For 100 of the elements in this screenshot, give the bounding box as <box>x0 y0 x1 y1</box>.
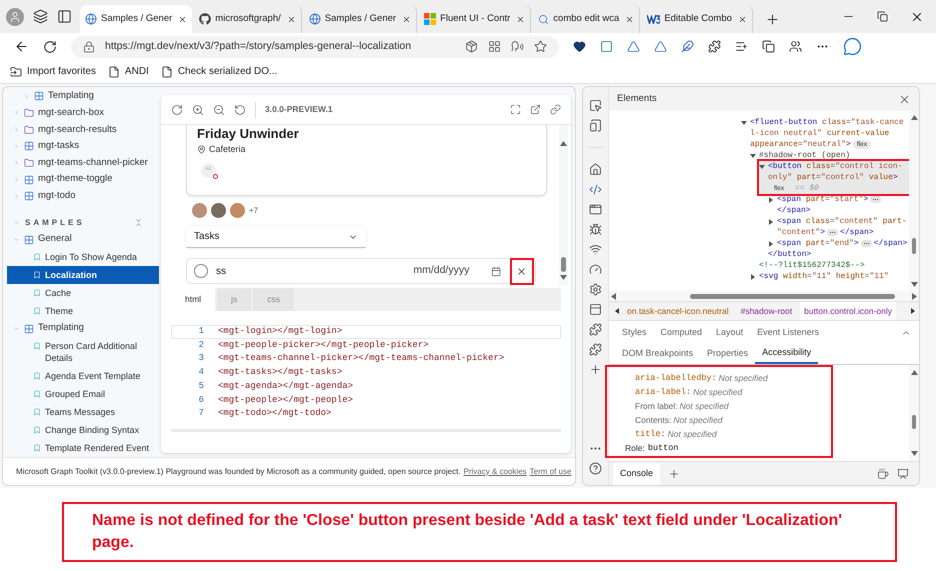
close-icon[interactable] <box>625 14 634 24</box>
grid-icon[interactable] <box>488 40 501 53</box>
scrollbar-thumb[interactable] <box>912 415 916 429</box>
close-icon[interactable] <box>178 14 188 24</box>
star-icon[interactable] <box>534 40 547 53</box>
external-link-icon[interactable] <box>530 104 541 115</box>
chat-bubble-icon[interactable] <box>843 37 862 56</box>
story-item[interactable]: Theme <box>7 302 159 320</box>
collapsed-triangle-icon[interactable] <box>768 219 774 225</box>
collections-icon[interactable] <box>762 40 775 53</box>
new-tab-icon[interactable] <box>764 12 780 26</box>
scroll-down-icon[interactable] <box>910 282 918 287</box>
address-bar[interactable]: https://mgt.dev/next/v3/?path=/story/samples-general--localization <box>71 36 559 58</box>
screen-icon[interactable] <box>897 468 909 480</box>
window-icon[interactable] <box>589 303 602 316</box>
story-item[interactable]: Person Card Additional Details <box>7 337 159 368</box>
task-name-field[interactable]: ss <box>216 264 356 278</box>
favorites-icon[interactable] <box>735 40 748 53</box>
link-icon[interactable] <box>550 104 561 115</box>
footer-link[interactable]: Term of use <box>530 466 572 478</box>
help-icon[interactable] <box>589 462 602 475</box>
sidebar-item[interactable]: Templating <box>3 88 159 105</box>
scrollbar-thumb[interactable] <box>561 257 566 272</box>
sidebar-group[interactable]: Templating <box>3 320 159 338</box>
inspect-icon[interactable] <box>589 99 602 112</box>
favorite-link[interactable]: Import favorites <box>10 64 96 79</box>
drawer-tab[interactable]: Console <box>613 462 660 484</box>
scroll-up-icon[interactable] <box>910 115 918 120</box>
triangle-icon[interactable] <box>627 40 640 53</box>
favorite-link[interactable]: Check serialized DO... <box>160 64 278 79</box>
refresh-icon[interactable] <box>43 40 57 54</box>
scroll-down-icon[interactable] <box>560 275 567 280</box>
story-item[interactable]: Teams Messages <box>7 403 159 422</box>
collapsed-content-button[interactable] <box>860 240 872 247</box>
favorite-link[interactable]: ANDI <box>108 64 149 79</box>
code-tab[interactable]: html <box>171 288 216 311</box>
expanded-triangle-icon[interactable] <box>759 164 765 170</box>
calendar-icon[interactable] <box>491 266 502 276</box>
device-icon[interactable] <box>589 119 602 132</box>
scroll-right-icon[interactable] <box>911 308 915 314</box>
story-item[interactable]: Template Rendered Event <box>7 439 159 458</box>
collapsed-triangle-icon[interactable] <box>750 274 756 280</box>
cup-icon[interactable] <box>877 468 889 480</box>
settings-icon[interactable] <box>589 283 602 296</box>
zoom-in-icon[interactable] <box>192 104 204 116</box>
collapsed-content-button[interactable] <box>870 196 882 203</box>
scrollbar-thumb[interactable] <box>912 238 916 254</box>
code-icon[interactable] <box>589 183 602 196</box>
expanded-triangle-icon[interactable] <box>741 120 747 126</box>
people-icon[interactable] <box>789 40 802 53</box>
panel-tab[interactable]: DOM Breakpoints <box>615 344 700 364</box>
breadcrumb[interactable]: button.control.icon-only <box>800 302 896 320</box>
scroll-up-icon[interactable] <box>560 141 567 146</box>
sidebar-item[interactable]: mgt-teams-channel-picker <box>3 154 159 172</box>
story-item[interactable]: Grouped Email <box>7 385 159 404</box>
sidebar-group[interactable]: General <box>3 231 159 248</box>
panel-tab[interactable]: Event Listeners <box>750 323 826 343</box>
console-icon[interactable] <box>589 203 602 216</box>
story-item[interactable]: Agenda Event Template <box>7 367 159 386</box>
story-item[interactable]: Login To Show Agenda <box>7 248 159 266</box>
close-icon[interactable] <box>738 14 747 24</box>
restore-icon[interactable] <box>877 11 888 22</box>
puzzle-icon[interactable] <box>589 323 602 336</box>
square-icon[interactable] <box>600 40 613 53</box>
breadcrumb[interactable]: on.task-cancel-icon.neutral <box>623 302 733 320</box>
expanded-triangle-icon[interactable] <box>750 153 756 159</box>
extensions-icon[interactable] <box>708 40 721 53</box>
story-item[interactable]: Change Binding Syntax <box>7 421 159 440</box>
panel-tab[interactable]: Layout <box>709 323 750 343</box>
story-item[interactable]: Localization <box>7 266 159 284</box>
close-icon[interactable] <box>516 14 526 24</box>
zoom-out-icon[interactable] <box>213 104 225 116</box>
sidebar-item[interactable]: mgt-tasks <box>3 138 159 155</box>
scroll-right-icon[interactable] <box>912 292 917 300</box>
heart-icon[interactable] <box>573 40 586 53</box>
gauge-icon[interactable] <box>589 263 602 276</box>
collapsed-triangle-icon[interactable] <box>768 197 774 203</box>
workspaces-icon[interactable] <box>33 9 48 24</box>
home-icon[interactable] <box>589 163 602 176</box>
sidebar-item[interactable]: mgt-search-results <box>3 121 159 138</box>
panel-tab[interactable]: Computed <box>654 323 710 343</box>
panel-tab[interactable]: Properties <box>700 344 756 364</box>
sidebar-item[interactable]: mgt-theme-toggle <box>3 171 159 188</box>
scroll-up-icon[interactable] <box>910 370 918 375</box>
due-date-field[interactable]: mm/dd/yyyy <box>413 263 484 279</box>
sidebar-item[interactable]: mgt-todo <box>3 188 159 205</box>
scroll-down-icon[interactable] <box>910 451 918 456</box>
reset-zoom-icon[interactable] <box>234 104 246 116</box>
fullscreen-icon[interactable] <box>510 104 521 115</box>
collapsed-triangle-icon[interactable] <box>768 241 774 247</box>
add-tab-icon[interactable] <box>668 468 680 480</box>
close-icon[interactable] <box>286 14 296 24</box>
collapsed-content-button[interactable] <box>827 229 838 236</box>
back-icon[interactable] <box>14 39 29 54</box>
tab-actions-icon[interactable] <box>57 9 72 24</box>
collapse-all-icon[interactable] <box>134 218 143 228</box>
browser-tab[interactable]: Samples / Gener <box>80 5 192 33</box>
sidebar-item[interactable]: mgt-search-box <box>3 104 159 122</box>
bug-icon[interactable] <box>589 223 602 236</box>
scrollbar-thumb[interactable] <box>690 294 895 298</box>
